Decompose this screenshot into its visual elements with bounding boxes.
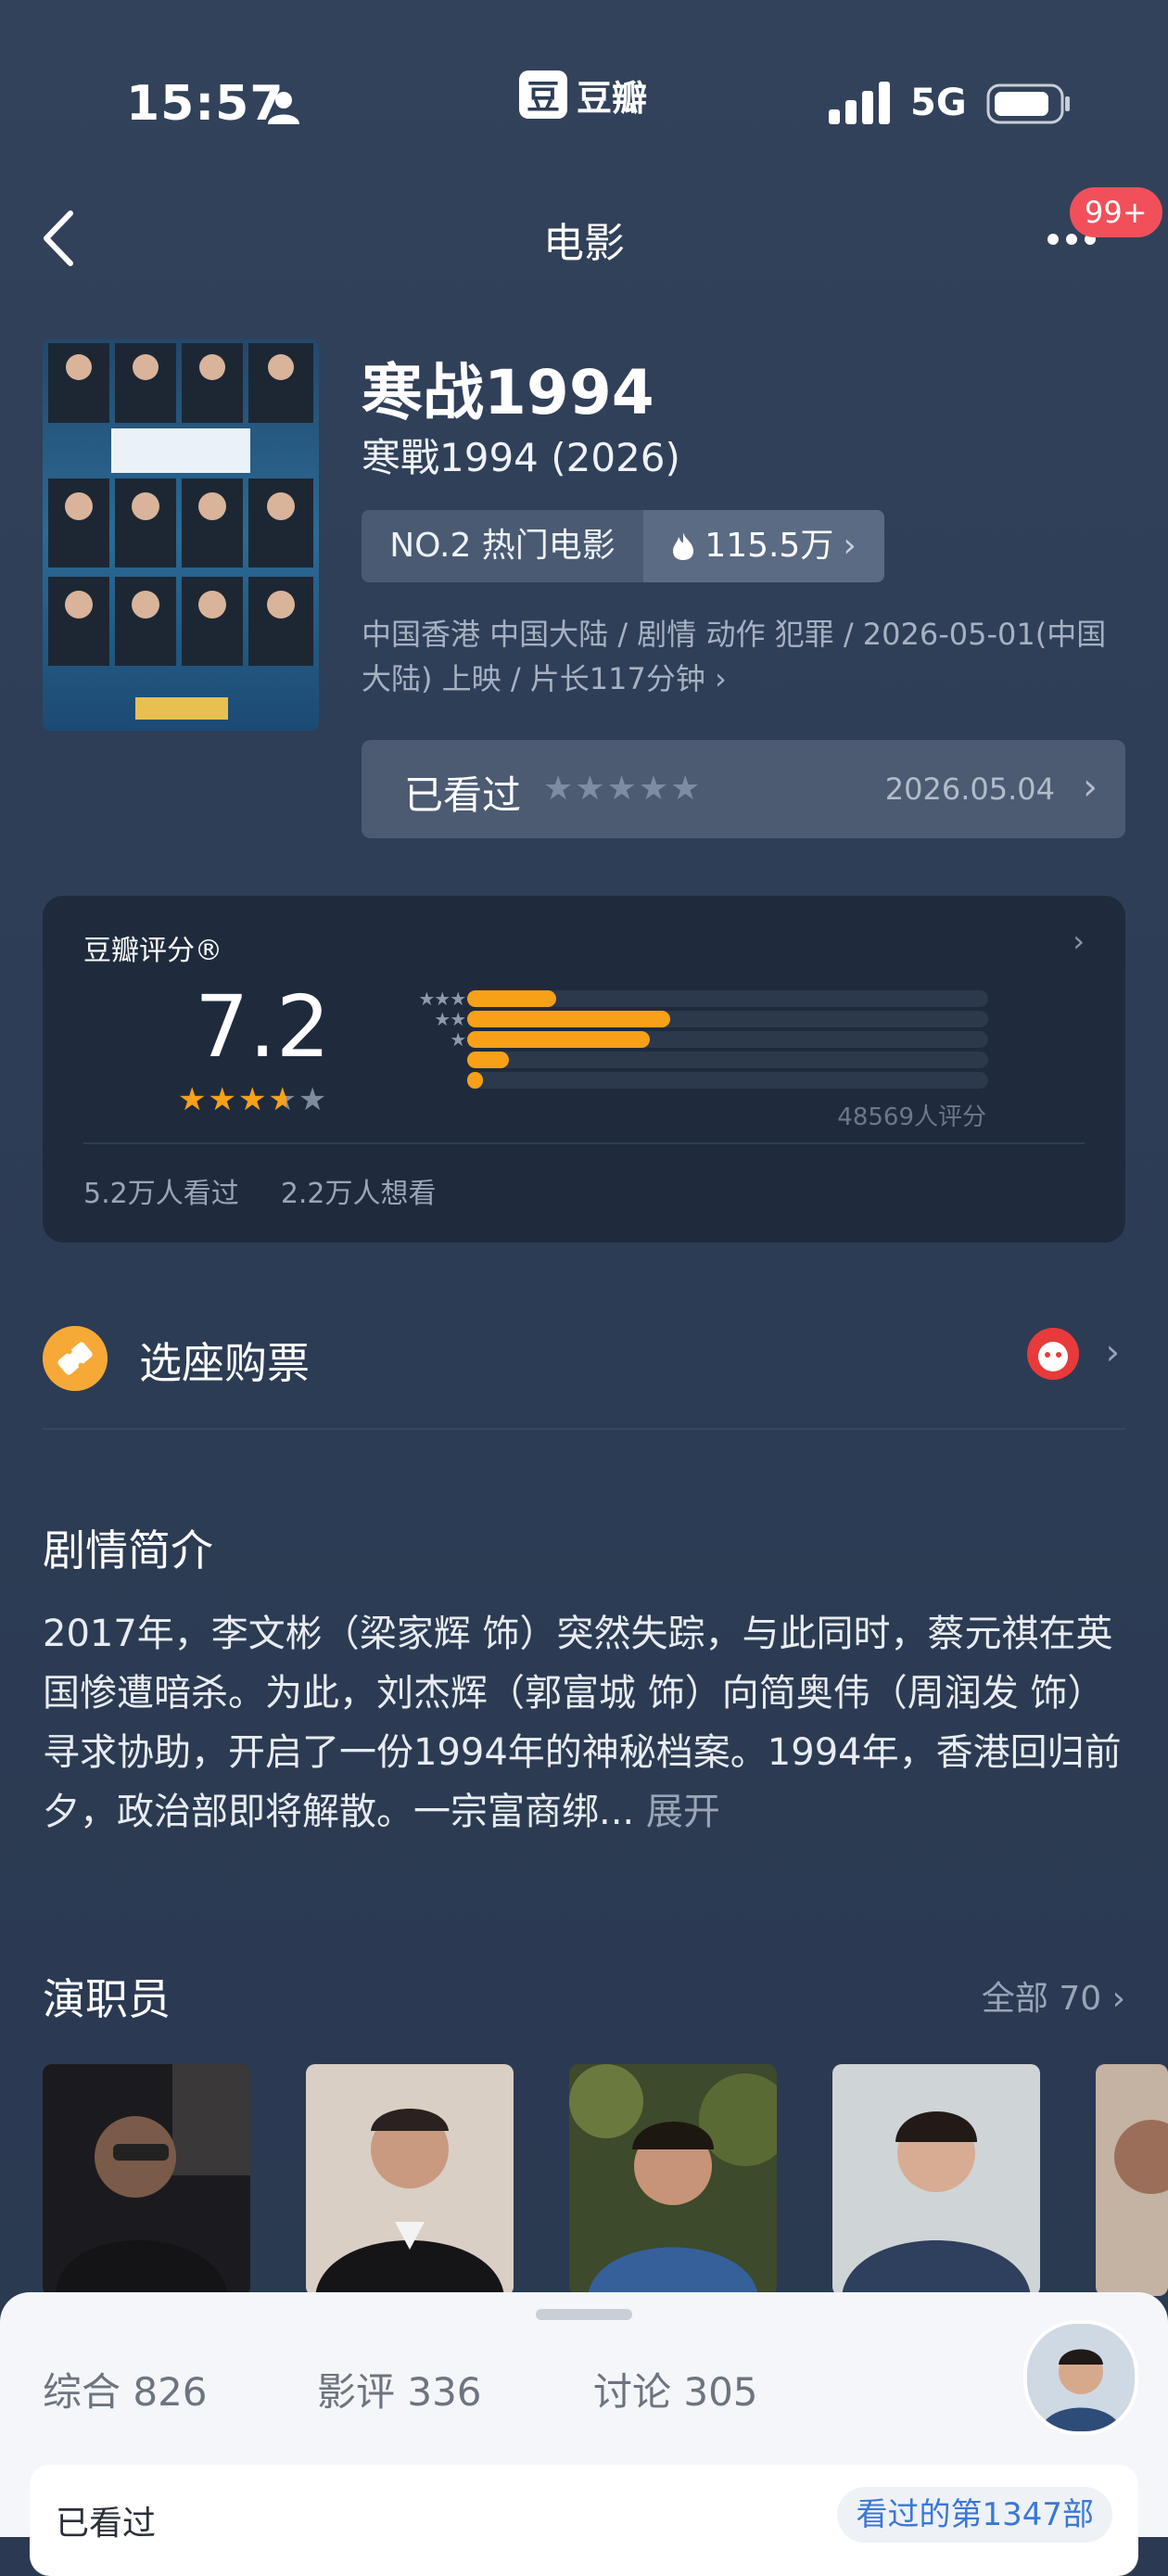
hot-count-value: 115.5万 [705, 527, 834, 565]
chevron-right-icon: › [715, 661, 727, 696]
movie-meta-info[interactable]: 中国香港 中国大陆 / 剧情 动作 犯罪 / 2026-05-01(中国大陆) … [362, 612, 1131, 701]
synopsis-heading: 剧情简介 [43, 1525, 213, 1575]
distribution-bar-fill [467, 1052, 509, 1068]
hot-rank-badge[interactable]: NO.2 热门电影 115.5万 › [362, 510, 884, 582]
cast-photo[interactable] [832, 2064, 1040, 2296]
rating-score: 7.2 [195, 977, 331, 1077]
cast-photo[interactable] [306, 2064, 514, 2296]
rating-title: 豆瓣评分® [83, 935, 222, 967]
tab-discussions[interactable]: 讨论 305 [593, 2361, 758, 2417]
notification-badge: 99+ [1070, 187, 1162, 237]
divider [83, 1142, 1085, 1144]
buy-ticket-row[interactable]: 选座购票 › [43, 1317, 1125, 1426]
watched-status-bar[interactable]: 已看过 ★★★★★ 2026.05.04 › [362, 740, 1125, 838]
distribution-bar-2 [467, 1052, 988, 1068]
chevron-right-icon: › [1083, 766, 1098, 809]
meta-text: 中国香港 中国大陆 / 剧情 动作 犯罪 / 2026-05-01(中国大陆) … [362, 617, 1107, 696]
distribution-bar-5 [467, 990, 988, 1007]
chevron-right-icon: › [1111, 1980, 1125, 2018]
distribution-bar-fill [467, 990, 556, 1007]
douban-rating-card[interactable]: 豆瓣评分® › 7.2 ★★★★★ ★★★★★ ★★★★★★★★★★★★★★★ … [43, 896, 1125, 1243]
cast-all-link[interactable]: 全部 70 › [982, 1971, 1125, 2020]
status-app-indicator: 豆 豆瓣 [519, 69, 647, 121]
movie-original-title: 寒戰1994 (2026) [362, 435, 680, 480]
cast-heading: 演职员 [43, 1974, 171, 2024]
chevron-right-icon: › [1105, 1332, 1120, 1372]
my-watched-label: 已看过 [56, 2505, 157, 2543]
maoyan-cat-icon [1027, 1328, 1079, 1380]
synopsis-text: 2017年，李文彬（梁家辉 饰）突然失踪，与此同时，蔡元祺在英国惨遭暗杀。为此，… [43, 1604, 1129, 1842]
movie-title: 寒战1994 [362, 357, 654, 428]
movie-poster[interactable] [43, 339, 319, 731]
seen-count: 5.2万人看过 [83, 1178, 239, 1210]
cast-all-label: 全部 70 [981, 1980, 1102, 2018]
distribution-bar-fill [467, 1011, 671, 1027]
distribution-bar-4 [467, 1011, 988, 1027]
signal-icon [829, 82, 890, 124]
battery-icon [986, 83, 1070, 124]
tab-reviews[interactable]: 影评 336 [317, 2361, 482, 2417]
page-title: 电影 [543, 220, 625, 267]
tab-overall[interactable]: 综合 826 [43, 2361, 208, 2417]
distribution-bar-fill [467, 1031, 650, 1048]
rating-stars: ★★★★★ ★★★★★ [178, 1081, 328, 1118]
watched-label: 已看过 [404, 772, 522, 818]
person-icon [268, 92, 299, 124]
distribution-bar-1 [467, 1072, 988, 1089]
cast-photo[interactable] [43, 2064, 250, 2296]
distribution-bar-3 [467, 1031, 988, 1048]
avatar[interactable] [1023, 2320, 1138, 2435]
status-app-name: 豆瓣 [577, 77, 648, 119]
vote-count: 48569人评分 [837, 1103, 986, 1131]
flame-icon [673, 532, 694, 560]
divider [43, 1428, 1125, 1430]
expand-link[interactable]: 展开 [646, 1791, 720, 1833]
audience-stats: 5.2万人看过 2.2万人想看 [83, 1170, 437, 1211]
hot-count: 115.5万 › [643, 510, 884, 582]
chevron-right-icon: › [843, 527, 857, 565]
rank-label: NO.2 热门电影 [362, 510, 643, 582]
want-count: 2.2万人想看 [280, 1178, 437, 1210]
network-type: 5G [910, 82, 967, 124]
reviews-bottom-sheet[interactable]: 综合 826 影评 336 讨论 305 已看过 看过的第1347部 [0, 2292, 1168, 2576]
status-time: 15:57 [126, 76, 285, 132]
watched-date: 2026.05.04 [884, 772, 1055, 807]
chevron-right-icon: › [1073, 924, 1085, 959]
cast-photo[interactable] [1096, 2064, 1168, 2296]
rating-stars-filled: ★★★★★ [178, 1081, 286, 1118]
cast-photo[interactable] [569, 2064, 777, 2296]
sheet-drag-handle[interactable] [536, 2309, 632, 2320]
ticket-icon [43, 1326, 108, 1391]
buy-ticket-label: 选座购票 [139, 1338, 310, 1388]
my-watched-card[interactable]: 已看过 看过的第1347部 [30, 2465, 1138, 2576]
distribution-bar-fill [467, 1072, 483, 1089]
user-rating-stars[interactable]: ★★★★★ [543, 770, 702, 808]
synopsis-body: 2017年，李文彬（梁家辉 饰）突然失踪，与此同时，蔡元祺在英国惨遭暗杀。为此，… [43, 1613, 1122, 1833]
watched-count-pill[interactable]: 看过的第1347部 [837, 2487, 1112, 2543]
douban-logo-icon: 豆 [519, 70, 567, 119]
